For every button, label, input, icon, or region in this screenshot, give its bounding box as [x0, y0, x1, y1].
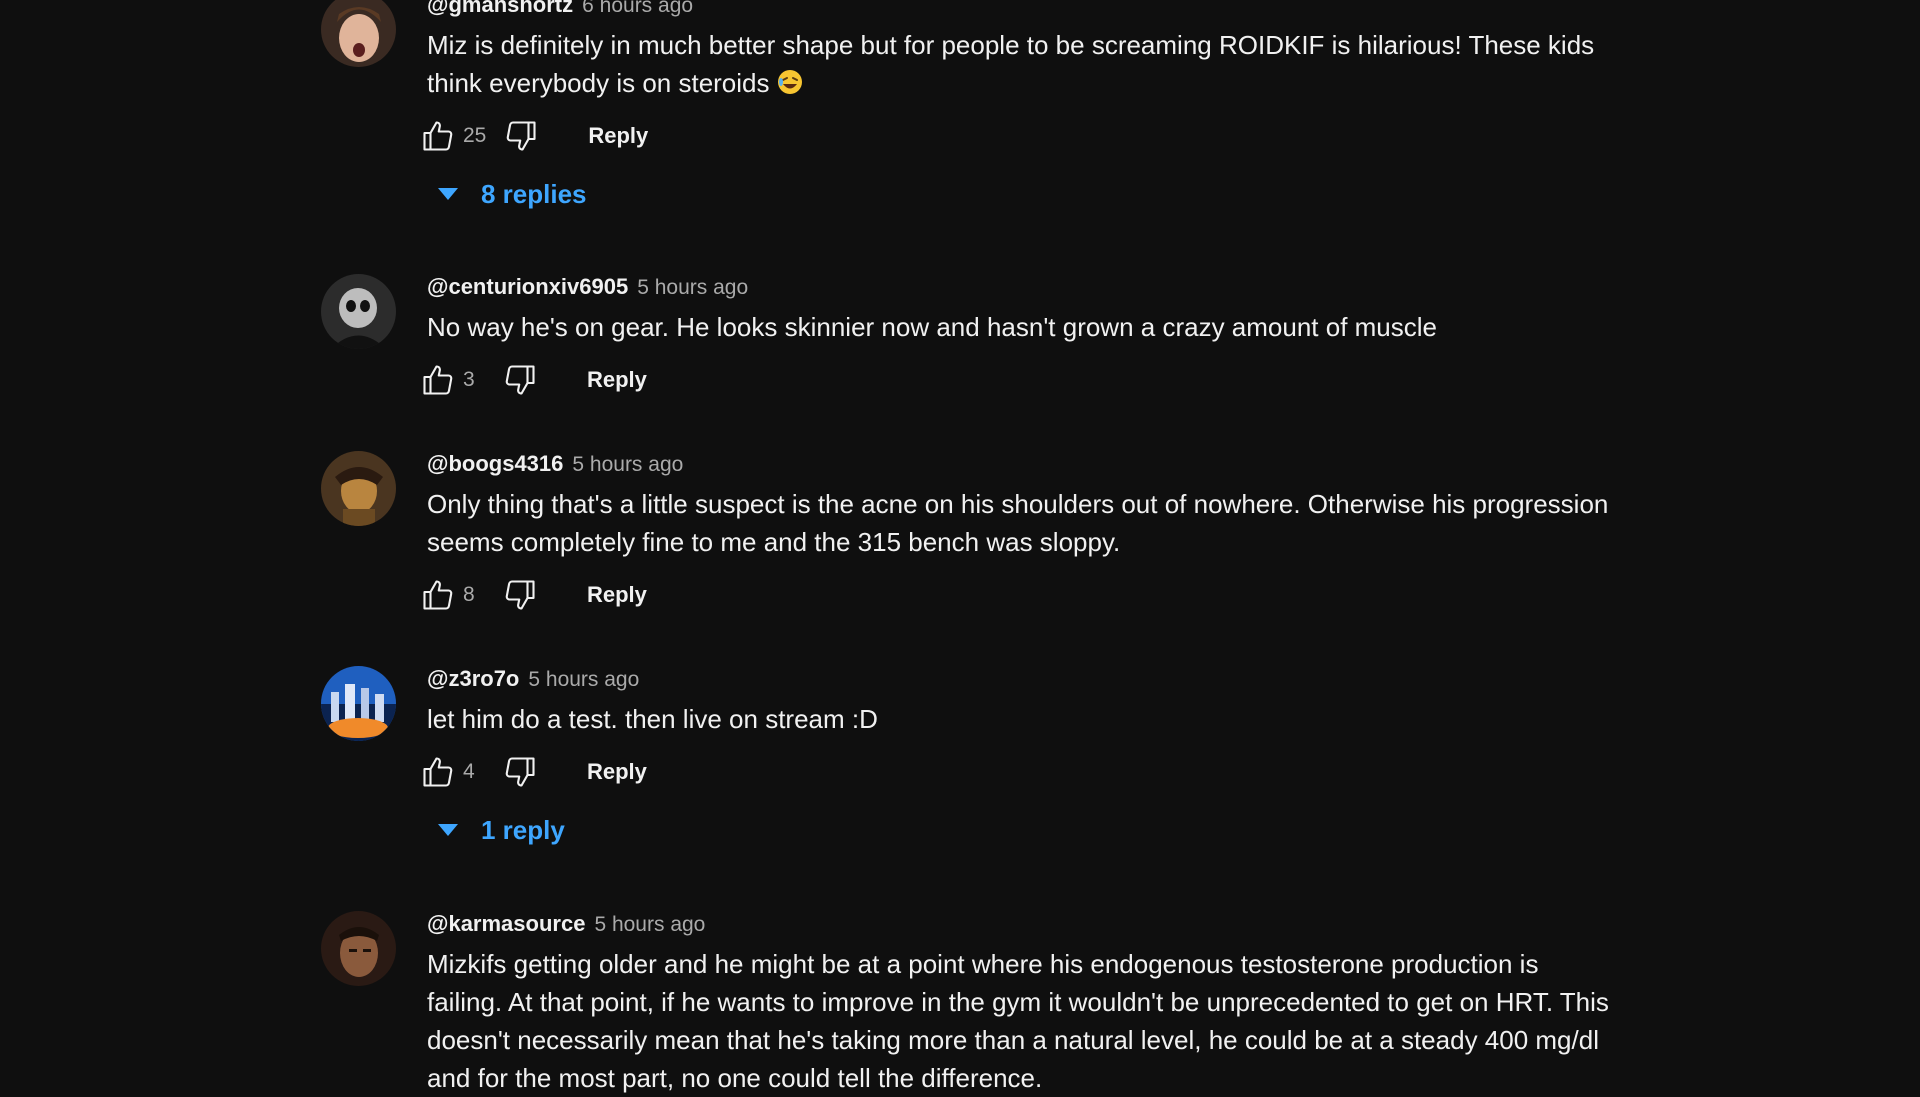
comment-timestamp[interactable]: 6 hours ago: [582, 0, 693, 18]
rofl-emoji-icon: [777, 70, 802, 94]
thumbs-up-icon: [423, 365, 453, 395]
dislike-button[interactable]: [500, 115, 542, 157]
thumbs-up-icon: [423, 121, 453, 151]
dislike-button[interactable]: [499, 751, 541, 793]
comment-text: let him do a test. then live on stream :…: [427, 704, 878, 734]
thumbs-up-icon: [423, 757, 453, 787]
comment-actions: 3 Reply: [417, 356, 1627, 404]
like-button[interactable]: [417, 359, 459, 401]
avatar[interactable]: [321, 666, 396, 741]
like-button[interactable]: [417, 751, 459, 793]
caret-down-icon: [438, 824, 458, 836]
like-count: 4: [463, 760, 475, 783]
thumbs-down-icon: [507, 121, 536, 151]
comment-timestamp[interactable]: 5 hours ago: [594, 913, 705, 937]
like-count: 3: [463, 368, 475, 391]
comment-text: Only thing that's a little suspect is th…: [427, 489, 1609, 557]
view-replies-button[interactable]: 8 replies: [437, 174, 1627, 214]
like-count: 25: [463, 124, 487, 147]
avatar[interactable]: [321, 274, 396, 349]
dislike-button[interactable]: [499, 574, 541, 616]
comment-actions: 25 Reply: [417, 112, 1627, 160]
reply-button[interactable]: Reply: [587, 759, 647, 785]
replies-count-label: 8 replies: [481, 178, 587, 209]
thumbs-up-icon: [423, 580, 453, 610]
comment-author[interactable]: @centurionxiv6905: [427, 274, 628, 300]
replies-count-label: 1 reply: [481, 814, 565, 845]
reply-button[interactable]: Reply: [587, 367, 647, 393]
comment-timestamp[interactable]: 5 hours ago: [637, 276, 748, 300]
comment-timestamp[interactable]: 5 hours ago: [528, 668, 639, 692]
reply-button[interactable]: Reply: [587, 582, 647, 608]
avatar[interactable]: [321, 451, 396, 526]
comment-timestamp[interactable]: 5 hours ago: [572, 453, 683, 477]
comment-author[interactable]: @z3ro7o: [427, 666, 519, 692]
comment-text: Mizkifs getting older and he might be at…: [427, 949, 1609, 1093]
view-replies-button[interactable]: 1 reply: [437, 810, 1627, 850]
comment-author[interactable]: @gmanshortz: [427, 0, 573, 18]
caret-down-icon: [438, 188, 458, 200]
comment-author[interactable]: @karmasource: [427, 911, 585, 937]
dislike-button[interactable]: [499, 359, 541, 401]
reply-button[interactable]: Reply: [588, 123, 648, 149]
comment-text: Miz is definitely in much better shape b…: [427, 26, 1617, 102]
thumbs-down-icon: [505, 757, 535, 787]
comment-text-content: Miz is definitely in much better shape b…: [427, 30, 1595, 98]
comment-text: No way he's on gear. He looks skinnier n…: [427, 312, 1438, 342]
thumbs-down-icon: [505, 580, 535, 610]
like-button[interactable]: [417, 115, 459, 157]
comment-actions: 8 Reply: [417, 571, 1627, 619]
avatar[interactable]: [321, 911, 396, 986]
comment-actions: 4 Reply: [417, 748, 1627, 796]
like-button[interactable]: [417, 574, 459, 616]
like-count: 8: [463, 583, 475, 606]
avatar[interactable]: [321, 0, 396, 67]
thumbs-down-icon: [505, 365, 535, 395]
comments-section: @gmanshortz 6 hours ago Miz is definitel…: [0, 0, 1920, 1093]
comment-author[interactable]: @boogs4316: [427, 451, 563, 477]
